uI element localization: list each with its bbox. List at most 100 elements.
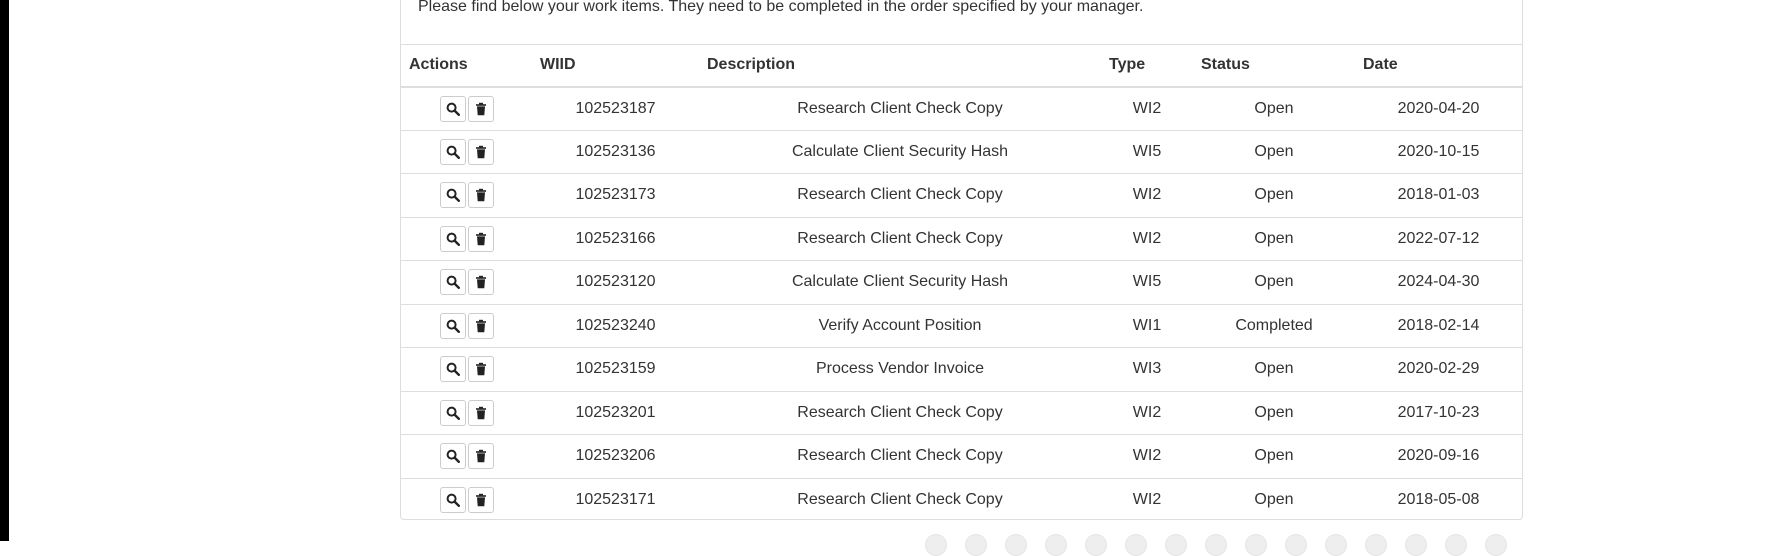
cell-description: Calculate Client Security Hash <box>699 129 1101 174</box>
row-actions <box>401 303 532 348</box>
cell-date: 2020-10-15 <box>1355 129 1522 174</box>
left-edge-bar <box>0 0 9 541</box>
cell-description: Research Client Check Copy <box>699 173 1101 217</box>
cell-date: 2020-04-20 <box>1397 99 1480 117</box>
view-button[interactable] <box>439 487 466 513</box>
cell-status: Completed <box>1193 303 1355 348</box>
page-button[interactable] <box>925 534 947 556</box>
page-button[interactable] <box>1485 534 1507 556</box>
page-button[interactable] <box>1405 534 1427 556</box>
column-header-wiid: WIID <box>532 44 699 88</box>
cell-description: Verify Account Position <box>699 303 1101 348</box>
view-button[interactable] <box>439 443 466 470</box>
work-items-panel: Please find below your work items. They … <box>400 0 1523 522</box>
page-button[interactable] <box>1045 534 1067 556</box>
cell-description: Research Client Check Copy <box>699 477 1101 522</box>
cell-type: WI2 <box>1101 434 1193 478</box>
view-button[interactable] <box>439 356 466 383</box>
view-button[interactable] <box>439 182 466 209</box>
cell-date: 2018-01-03 <box>1355 173 1522 217</box>
delete-button[interactable] <box>467 269 494 296</box>
row-actions <box>401 87 532 131</box>
row-actions <box>401 173 532 217</box>
cell-wiid: 102523206 <box>532 434 699 478</box>
cell-type: WI2 <box>1101 477 1193 522</box>
cell-status: Open <box>1193 129 1355 174</box>
delete-button[interactable] <box>467 312 494 339</box>
view-button[interactable] <box>439 399 466 426</box>
table-row: 102523173 Research Client Check Copy WI2 Op… <box>401 173 1522 217</box>
cell-status: Open <box>1193 216 1355 261</box>
delete-button[interactable] <box>467 95 494 122</box>
cell-type: WI2 <box>1101 173 1193 217</box>
view-button[interactable] <box>439 312 466 339</box>
cell-date: 2020-02-29 <box>1355 347 1522 391</box>
page-button[interactable] <box>1245 534 1267 556</box>
table-row: 102523206 Research Client Check Copy WI2 Op… <box>401 434 1522 478</box>
column-header-actions: Actions <box>401 44 532 88</box>
cell-wiid: 102523240 <box>532 303 699 348</box>
page-button[interactable] <box>965 534 987 556</box>
delete-button[interactable] <box>467 225 494 252</box>
table-row: 102523187 Research Client Check Copy WI2 Op… <box>401 87 1522 131</box>
table-row: 102523240 Verify Account Position WI1 Compl… <box>401 303 1522 348</box>
page-button[interactable] <box>1085 534 1107 556</box>
cell-type: WI3 <box>1101 347 1193 391</box>
view-button[interactable] <box>439 269 466 296</box>
row-actions <box>401 129 532 174</box>
table-row: 102523136 Calculate Client Security Hash W… <box>401 129 1522 174</box>
view-button[interactable] <box>439 95 466 122</box>
cell-type: WI5 <box>1101 129 1193 174</box>
table-body: 102523187 Research Client Check Copy WI2 Op… <box>401 87 1522 522</box>
cell-wiid: 102523159 <box>532 347 699 391</box>
cell-wiid: 102523173 <box>532 173 699 217</box>
row-actions <box>401 390 532 435</box>
page-button[interactable] <box>1005 534 1027 556</box>
intro-text: Please find below your work items. They … <box>418 0 1144 15</box>
cell-status: Open <box>1193 173 1355 217</box>
cell-status: Open <box>1193 434 1355 478</box>
cell-date: 2017-10-23 <box>1355 390 1522 435</box>
row-actions <box>401 260 532 304</box>
page-button[interactable] <box>1285 534 1307 556</box>
cell-description: Research Client Check Copy <box>699 434 1101 478</box>
cell-type: WI1 <box>1101 303 1193 348</box>
table-row: 102523171 Research Client Check Copy WI2 Op… <box>401 477 1522 522</box>
cell-type: WI5 <box>1101 260 1193 304</box>
table-row: 102523159 Process Vendor Invoice WI3 Open 20… <box>401 347 1522 391</box>
cell-type: WI2 <box>1101 390 1193 435</box>
page-button[interactable] <box>1165 534 1187 556</box>
row-actions <box>401 347 532 391</box>
cell-status: Open <box>1193 260 1355 304</box>
cell-description: Process Vendor Invoice <box>699 347 1101 391</box>
page-button[interactable] <box>1365 534 1387 556</box>
delete-button[interactable] <box>467 356 494 383</box>
cell-status: Open <box>1193 390 1355 435</box>
cell-status: Open <box>1193 347 1355 391</box>
column-header-status: Status <box>1193 44 1355 88</box>
cell-date: 2018-05-08 <box>1355 477 1522 522</box>
cell-status: Open <box>1254 99 1294 117</box>
cell-date: 2018-02-14 <box>1355 303 1522 348</box>
delete-button[interactable] <box>467 138 494 165</box>
view-button[interactable] <box>439 225 466 252</box>
column-header-type: Type <box>1101 44 1193 88</box>
cell-description: Research Client Check Copy <box>797 99 1003 117</box>
table-row: 102523166 Research Client Check Copy WI2 Op… <box>401 216 1522 261</box>
delete-button[interactable] <box>467 487 494 513</box>
cell-wiid: 102523171 <box>532 477 699 522</box>
cell-date: 2024-04-30 <box>1355 260 1522 304</box>
view-button[interactable] <box>439 138 466 165</box>
page-button[interactable] <box>1125 534 1147 556</box>
cell-type: WI2 <box>1101 216 1193 261</box>
delete-button[interactable] <box>467 399 494 426</box>
pagination <box>925 534 1507 556</box>
page-button[interactable] <box>1205 534 1227 556</box>
page-button[interactable] <box>1445 534 1467 556</box>
column-header-date: Date <box>1355 44 1522 88</box>
delete-button[interactable] <box>467 443 494 470</box>
cell-wiid: 102523187 <box>575 99 656 117</box>
delete-button[interactable] <box>467 182 494 209</box>
page-button[interactable] <box>1325 534 1347 556</box>
cell-description: Calculate Client Security Hash <box>699 260 1101 304</box>
